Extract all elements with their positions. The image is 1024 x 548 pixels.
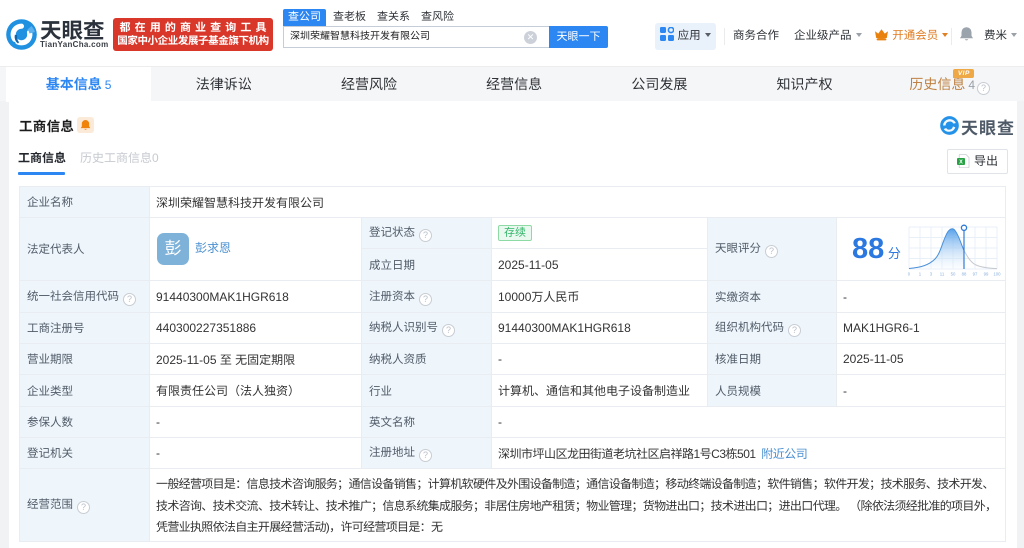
svg-text:3: 3 [930, 272, 933, 277]
svg-text:100: 100 [993, 272, 1001, 277]
svg-text:99: 99 [984, 272, 989, 277]
svg-text:1: 1 [919, 272, 922, 277]
svg-text:11: 11 [940, 272, 945, 277]
svg-text:X: X [959, 160, 963, 166]
svg-text:88: 88 [962, 272, 967, 277]
svg-text:0: 0 [908, 272, 911, 277]
svg-text:97: 97 [973, 272, 978, 277]
svg-text:50: 50 [951, 272, 956, 277]
